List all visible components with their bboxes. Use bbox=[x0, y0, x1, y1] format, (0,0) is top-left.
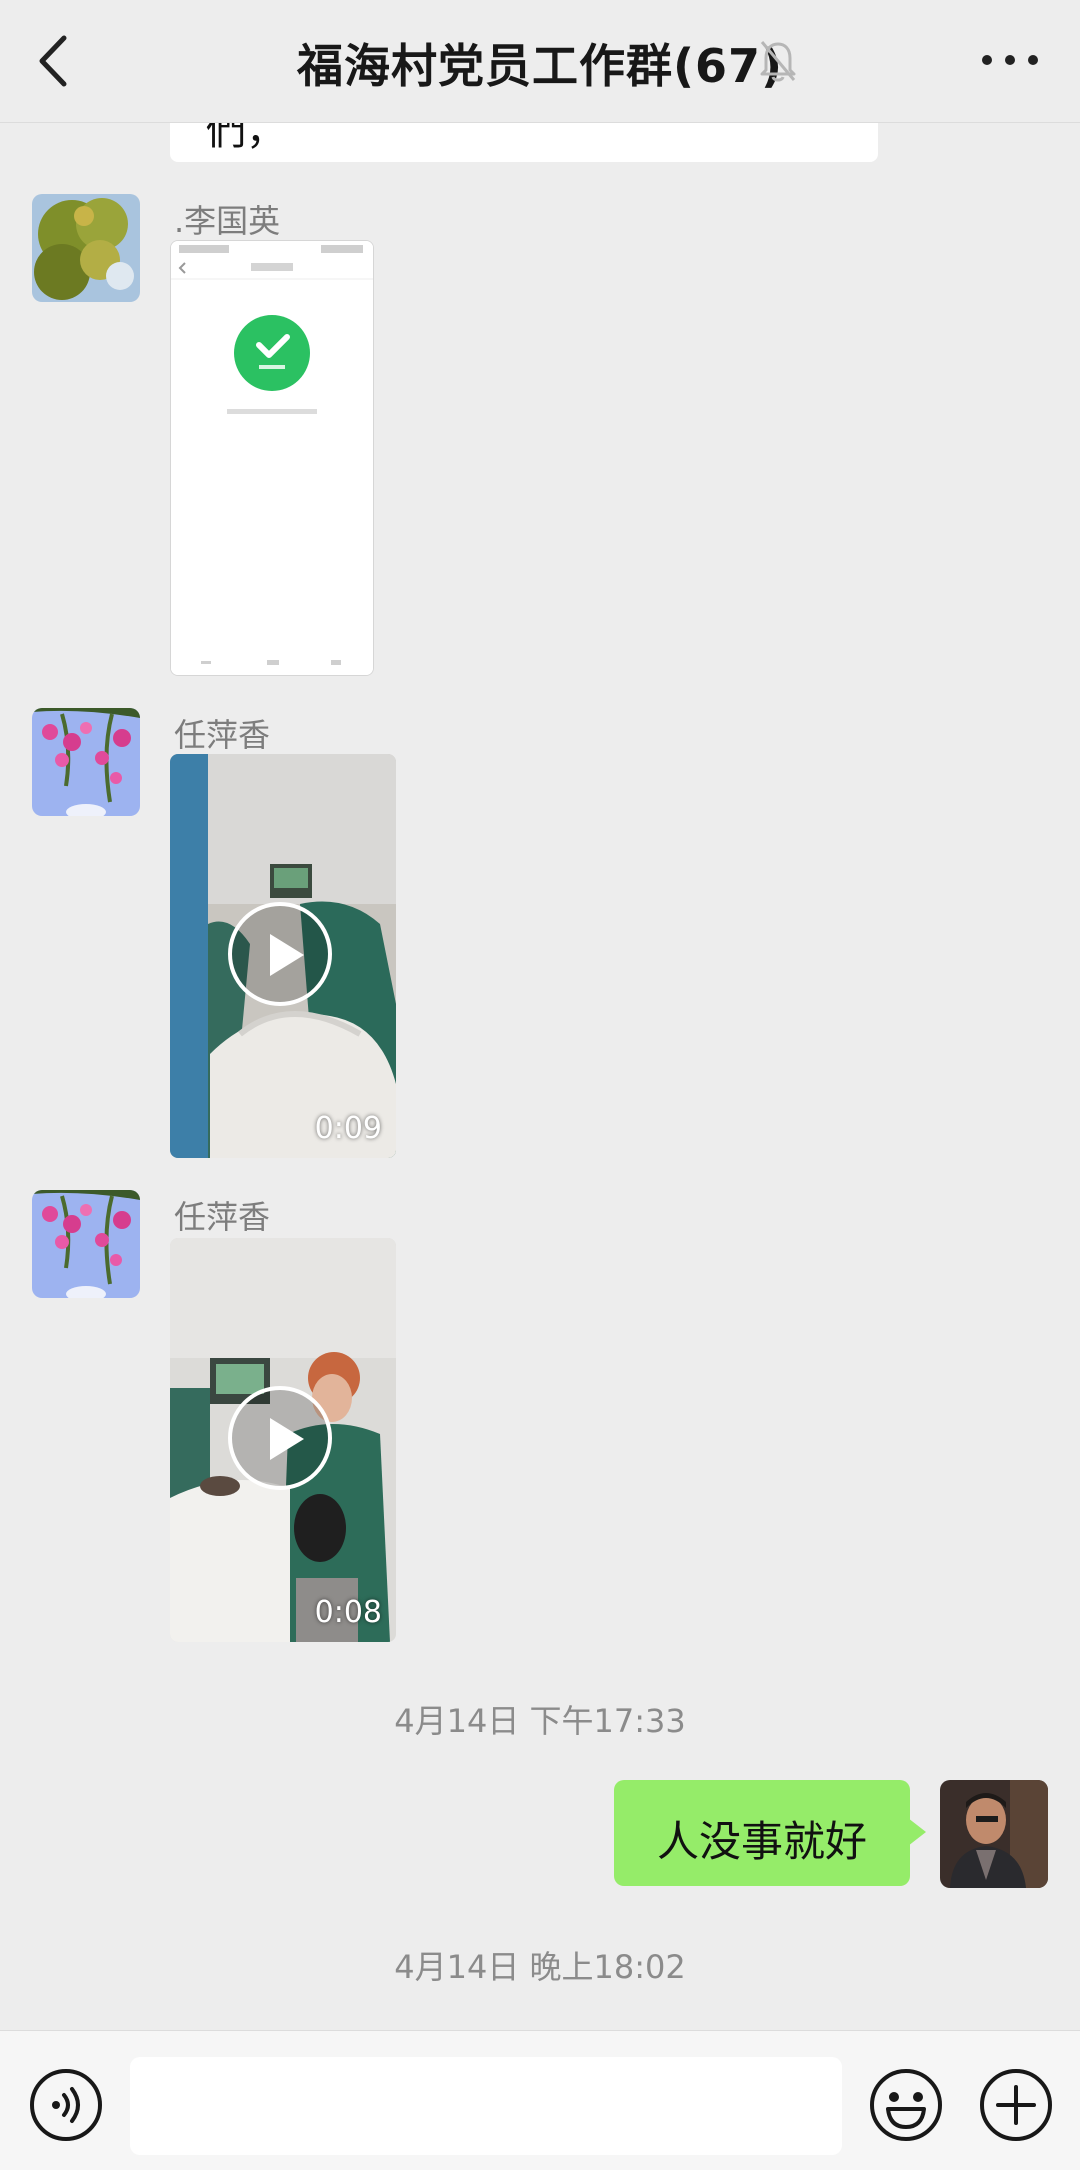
chat-header: 福海村党员工作群(67) bbox=[0, 0, 1080, 123]
bell-muted-icon bbox=[758, 38, 798, 84]
sender-name: 任萍香 bbox=[174, 1198, 271, 1236]
sender-name: .李国英 bbox=[174, 202, 281, 240]
message-text: 人没事就好 bbox=[656, 1817, 867, 1866]
message-bubble-partial[interactable]: 們， bbox=[170, 122, 878, 162]
avatar-flower[interactable] bbox=[32, 1190, 140, 1298]
play-icon[interactable] bbox=[228, 1386, 332, 1490]
avatar-tree[interactable] bbox=[32, 194, 140, 302]
emoji-icon bbox=[870, 2069, 942, 2141]
avatar-flower[interactable] bbox=[32, 708, 140, 816]
voice-icon bbox=[30, 2069, 102, 2141]
video-message[interactable]: 0:08 bbox=[170, 1238, 396, 1642]
message-input[interactable] bbox=[130, 2057, 842, 2155]
timestamp: 4月14日 晚上18:02 bbox=[394, 1948, 686, 1986]
video-duration: 0:09 bbox=[314, 1111, 382, 1146]
chat-title: 福海村党员工作群(67) bbox=[296, 39, 784, 93]
more-options-button[interactable] bbox=[975, 40, 1045, 80]
emoji-button[interactable] bbox=[868, 2067, 944, 2143]
sender-name: 任萍香 bbox=[174, 716, 271, 754]
avatar-self[interactable] bbox=[940, 1780, 1048, 1888]
timestamp: 4月14日 下午17:33 bbox=[394, 1702, 686, 1740]
video-message[interactable]: 0:09 bbox=[170, 754, 396, 1158]
voice-button[interactable] bbox=[28, 2067, 104, 2143]
play-icon[interactable] bbox=[228, 902, 332, 1006]
plus-icon bbox=[980, 2069, 1052, 2141]
ellipsis-icon bbox=[982, 55, 1038, 65]
input-bar bbox=[0, 2030, 1080, 2170]
video-duration: 0:08 bbox=[314, 1595, 382, 1630]
plus-button[interactable] bbox=[978, 2067, 1054, 2143]
image-message[interactable] bbox=[170, 240, 374, 676]
outgoing-message-bubble[interactable]: 人没事就好 bbox=[614, 1780, 926, 1886]
message-text: 們， bbox=[206, 122, 286, 154]
